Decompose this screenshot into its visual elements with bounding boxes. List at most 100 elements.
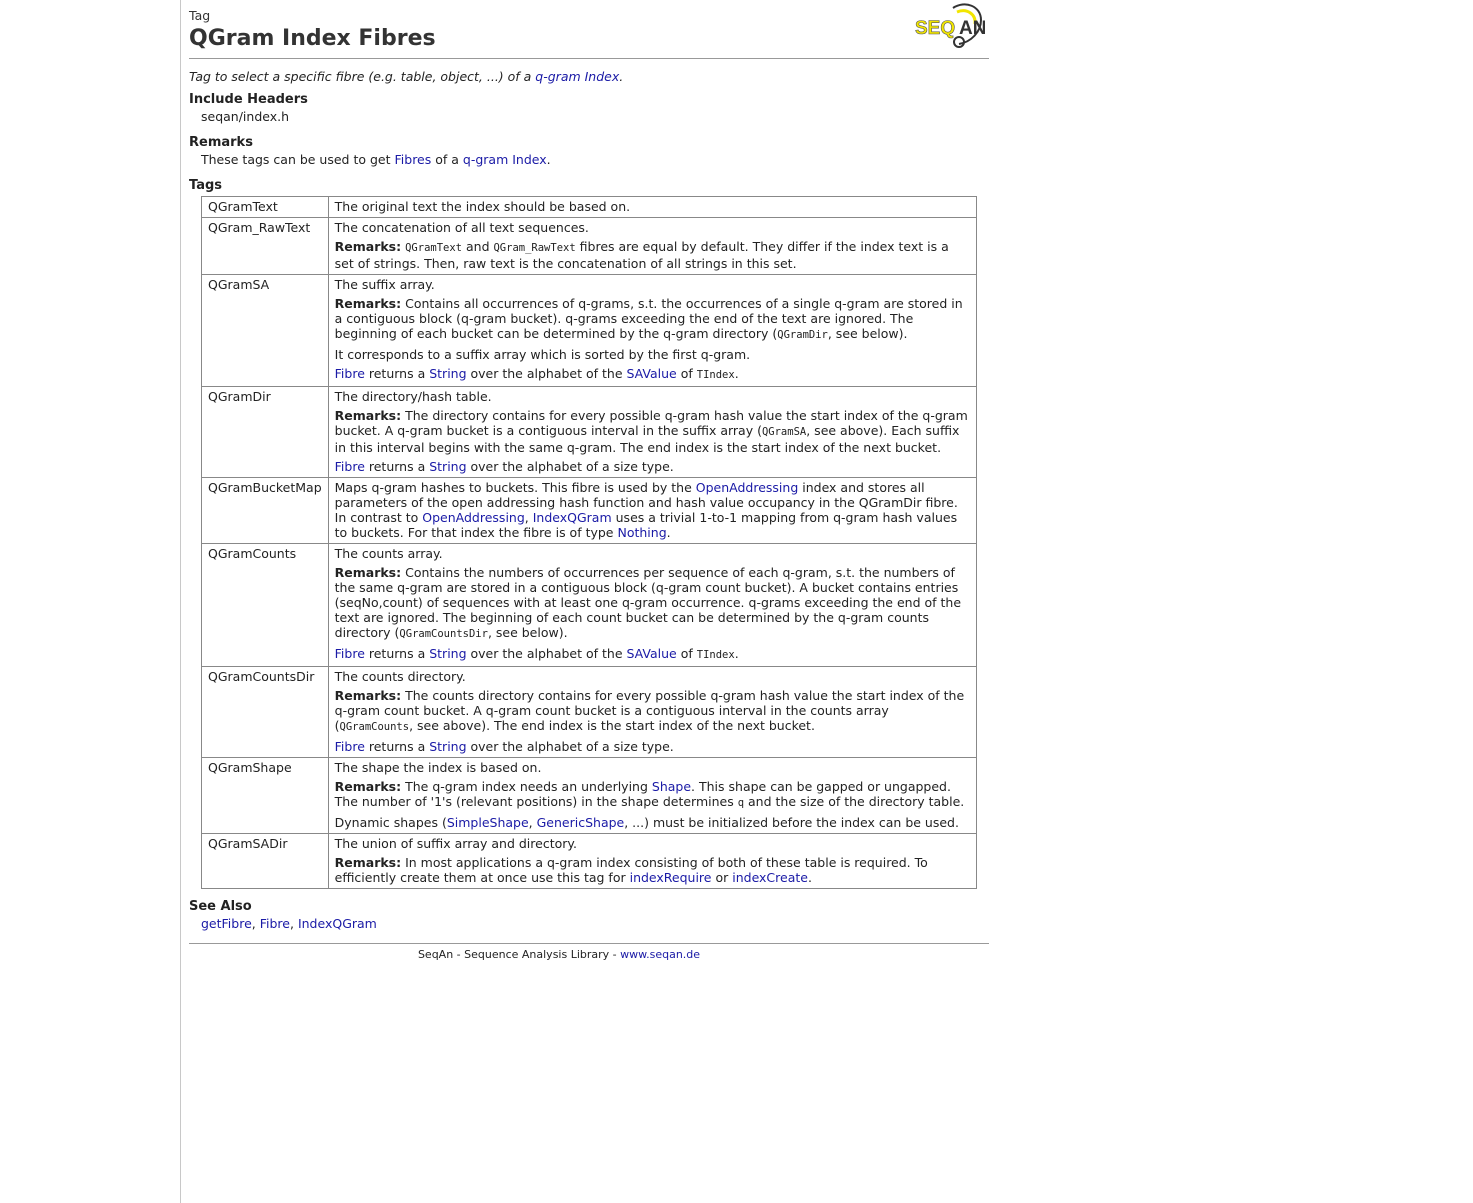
code-text: QGramDir bbox=[777, 329, 828, 341]
summary-end: . bbox=[619, 69, 624, 84]
tag-remarks: Remarks: The q-gram index needs an under… bbox=[335, 779, 970, 811]
fibre-link[interactable]: Fibre bbox=[335, 366, 365, 381]
code-text: QGramCounts bbox=[339, 721, 410, 733]
footer: SeqAn - Sequence Analysis Library - www.… bbox=[189, 948, 989, 961]
nothing-link[interactable]: Nothing bbox=[617, 525, 666, 540]
remarks-text-3: . bbox=[546, 152, 551, 167]
genericshape-link[interactable]: GenericShape bbox=[537, 815, 625, 830]
fibre-link[interactable]: Fibre bbox=[335, 646, 365, 661]
indexqgram-link[interactable]: IndexQGram bbox=[533, 510, 612, 525]
remarks-text: and the size of the directory table. bbox=[744, 794, 965, 809]
indexcreate-link[interactable]: indexCreate bbox=[732, 870, 808, 885]
tag-name: QGramShape bbox=[201, 757, 329, 834]
tag-desc: Maps q-gram hashes to buckets. This fibr… bbox=[335, 480, 970, 540]
return-text: over the alphabet of a size type. bbox=[466, 739, 674, 754]
remarks-text: and bbox=[462, 239, 494, 254]
remarks-text: These tags can be used to get Fibres of … bbox=[189, 151, 989, 168]
table-row: QGramShape The shape the index is based … bbox=[201, 757, 978, 834]
remarks-text: . bbox=[807, 870, 812, 885]
remarks-text-2: of a bbox=[431, 152, 463, 167]
qgram-index-link-2[interactable]: q-gram Index bbox=[463, 152, 547, 167]
fibre-link[interactable]: Fibre bbox=[335, 739, 365, 754]
return-text: . bbox=[734, 646, 739, 661]
include-headers-heading: Include Headers bbox=[189, 92, 308, 107]
remarks-label: Remarks: bbox=[334, 779, 402, 794]
tag-return: Fibre returns a String over the alphabet… bbox=[335, 739, 970, 754]
desc-text: . bbox=[666, 525, 671, 540]
see-also-links: getFibre, Fibre, IndexQGram bbox=[189, 915, 989, 932]
code-text: QGramCountsDir bbox=[399, 628, 488, 640]
tag-name: QGramSA bbox=[201, 274, 329, 387]
return-text: over the alphabet of a size type. bbox=[466, 459, 674, 474]
return-text: of bbox=[676, 646, 697, 661]
desc-text: Maps q-gram hashes to buckets. This fibr… bbox=[334, 480, 696, 495]
tag-description: The shape the index is based on. Remarks… bbox=[327, 757, 978, 834]
tag-name: QGramText bbox=[201, 196, 329, 218]
remarks-label: Remarks: bbox=[334, 408, 402, 423]
tag-name: QGramDir bbox=[201, 386, 329, 478]
tag-desc: The union of suffix array and directory. bbox=[334, 836, 577, 851]
tag-description: The directory/hash table. Remarks: The d… bbox=[327, 386, 978, 478]
page-title: QGram Index Fibres bbox=[189, 26, 436, 51]
code-text: QGramText bbox=[405, 242, 463, 254]
remarks-text: , see below). bbox=[487, 625, 568, 640]
tag-description: Maps q-gram hashes to buckets. This fibr… bbox=[327, 477, 978, 544]
openaddressing-link[interactable]: OpenAddressing bbox=[696, 480, 799, 495]
tag-desc: The directory/hash table. bbox=[334, 389, 492, 404]
indexqgram-link[interactable]: IndexQGram bbox=[298, 916, 377, 931]
code-text: QGramSA bbox=[761, 426, 807, 438]
remarks-text: , see above). The end index is the start… bbox=[409, 718, 815, 733]
svg-text:AN: AN bbox=[959, 18, 985, 39]
string-link[interactable]: String bbox=[429, 646, 466, 661]
string-link[interactable]: String bbox=[429, 739, 466, 754]
tag-remarks: Remarks: Contains all occurrences of q-g… bbox=[335, 296, 970, 343]
getfibre-link[interactable]: getFibre bbox=[201, 916, 252, 931]
fibre-link[interactable]: Fibre bbox=[335, 459, 365, 474]
table-row: QGram_RawText The concatenation of all t… bbox=[201, 217, 978, 275]
return-text: returns a bbox=[364, 646, 430, 661]
string-link[interactable]: String bbox=[429, 459, 466, 474]
fibres-link[interactable]: Fibres bbox=[395, 152, 432, 167]
tag-desc: The counts array. bbox=[334, 546, 443, 561]
qgram-index-link[interactable]: q-gram Index bbox=[535, 69, 619, 84]
tag-description: The suffix array. Remarks: Contains all … bbox=[327, 274, 978, 387]
savalue-link[interactable]: SAValue bbox=[627, 646, 677, 661]
remarks-text: The q-gram index needs an underlying bbox=[401, 779, 652, 794]
tag-desc: The suffix array. bbox=[334, 277, 435, 292]
remarks-label: Remarks: bbox=[334, 565, 402, 580]
remarks-label: Remarks: bbox=[334, 296, 402, 311]
summary-text: Tag to select a specific fibre (e.g. tab… bbox=[189, 69, 536, 84]
simpleshape-link[interactable]: SimpleShape bbox=[447, 815, 529, 830]
tag-extra: Dynamic shapes (SimpleShape, GenericShap… bbox=[335, 815, 970, 830]
entity-kind: Tag bbox=[189, 8, 211, 23]
separator: , bbox=[251, 916, 260, 931]
return-text: . bbox=[734, 366, 739, 381]
return-text: returns a bbox=[364, 739, 430, 754]
table-row: QGramSA The suffix array. Remarks: Conta… bbox=[201, 274, 978, 387]
remarks-heading: Remarks bbox=[189, 135, 253, 150]
tag-name: QGramBucketMap bbox=[201, 477, 329, 544]
code-text: QGram_RawText bbox=[493, 242, 576, 254]
tag-name: QGramCountsDir bbox=[201, 666, 329, 758]
savalue-link[interactable]: SAValue bbox=[627, 366, 677, 381]
desc-text: , bbox=[524, 510, 533, 525]
seqan-website-link[interactable]: www.seqan.de bbox=[620, 948, 700, 961]
header-divider bbox=[189, 58, 989, 59]
footer-text: SeqAn - Sequence Analysis Library - bbox=[417, 948, 621, 961]
table-row: QGramCounts The counts array. Remarks: C… bbox=[201, 543, 978, 667]
extra-text: Dynamic shapes ( bbox=[334, 815, 447, 830]
tag-name: QGram_RawText bbox=[201, 217, 329, 275]
return-text: returns a bbox=[364, 459, 430, 474]
openaddressing-link-2[interactable]: OpenAddressing bbox=[422, 510, 525, 525]
tag-return: Fibre returns a String over the alphabet… bbox=[335, 646, 970, 663]
code-text: TIndex bbox=[696, 369, 735, 381]
return-text: of bbox=[676, 366, 697, 381]
remarks-text: or bbox=[711, 870, 733, 885]
string-link[interactable]: String bbox=[429, 366, 466, 381]
fibre-link[interactable]: Fibre bbox=[260, 916, 290, 931]
indexrequire-link[interactable]: indexRequire bbox=[630, 870, 712, 885]
tag-remarks: Remarks: QGramText and QGram_RawText fib… bbox=[335, 239, 970, 271]
remarks-text-1: These tags can be used to get bbox=[201, 152, 395, 167]
tag-return: Fibre returns a String over the alphabet… bbox=[335, 459, 970, 474]
shape-link[interactable]: Shape bbox=[652, 779, 691, 794]
